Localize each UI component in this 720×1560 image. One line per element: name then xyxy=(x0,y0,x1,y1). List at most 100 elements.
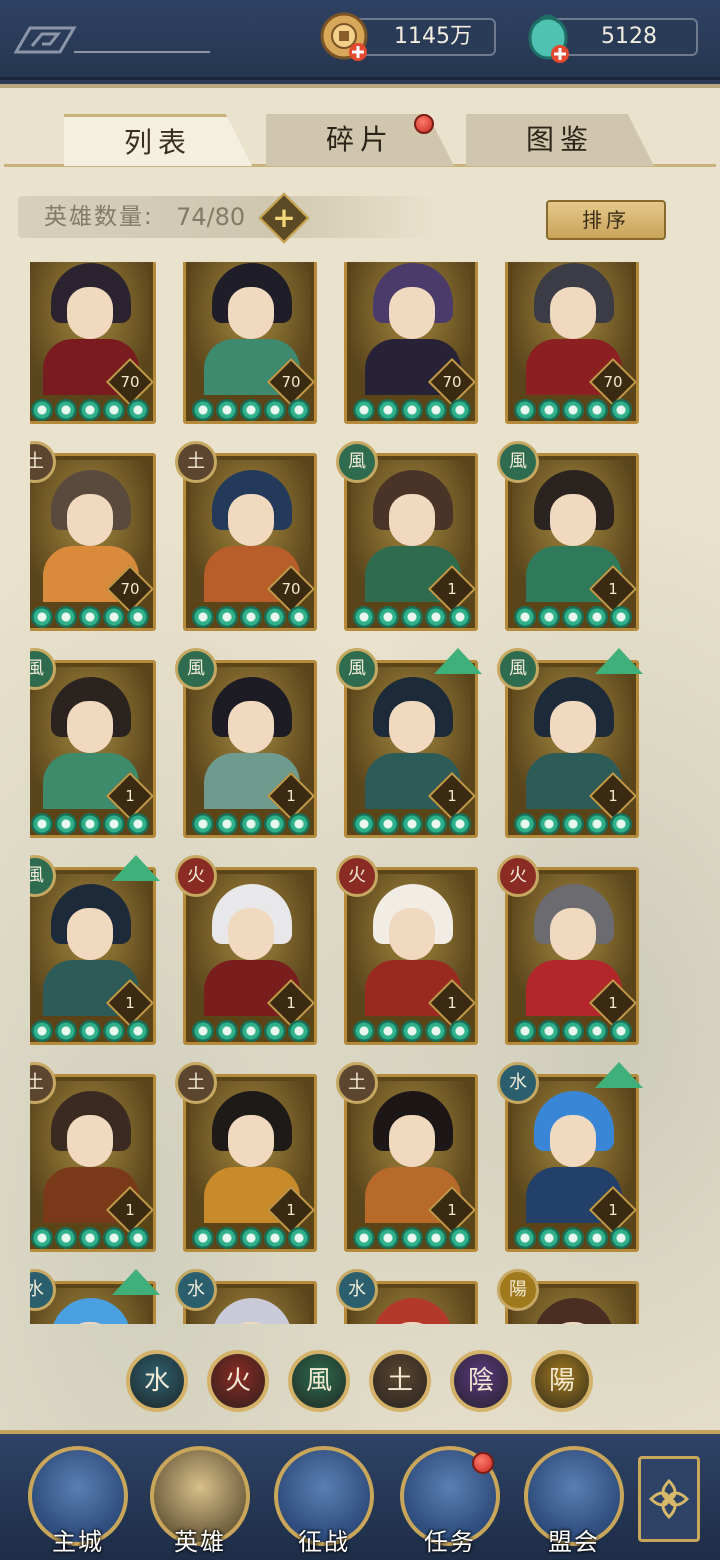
jade-star-icon xyxy=(401,1227,423,1249)
tab-codex[interactable]: 图鉴 xyxy=(466,114,654,166)
hero-card[interactable]: 70 xyxy=(30,453,156,631)
hero-card[interactable]: 70 xyxy=(30,262,156,424)
jade-star-icon xyxy=(377,1227,399,1249)
hero-level-value: 70 xyxy=(281,373,301,391)
jade-star-icon xyxy=(449,399,471,421)
jade-star-icon xyxy=(31,1020,53,1042)
jade-star-icon xyxy=(216,399,238,421)
jade-star-icon xyxy=(562,606,584,628)
element-filter-button[interactable]: 土 xyxy=(369,1350,431,1412)
jade-star-icon xyxy=(240,606,262,628)
coin-icon[interactable] xyxy=(318,10,374,66)
jade-star-icon xyxy=(353,606,375,628)
upgrade-arrow-icon xyxy=(595,1062,643,1088)
jade-star-icon xyxy=(449,813,471,835)
hero-hair xyxy=(212,1298,292,1324)
hero-jade-stars xyxy=(514,399,634,421)
nav-item-1[interactable]: 英雄 xyxy=(150,1446,254,1556)
jade-star-icon xyxy=(103,813,125,835)
element-badge: 火 xyxy=(497,855,539,897)
jade-star-icon xyxy=(192,399,214,421)
jade-star-icon xyxy=(288,399,310,421)
jade-star-icon xyxy=(264,813,286,835)
jade-star-icon xyxy=(586,399,608,421)
hero-face xyxy=(228,908,274,960)
jade-star-icon xyxy=(586,1227,608,1249)
jade-bag-icon[interactable] xyxy=(520,10,576,66)
jade-star-icon xyxy=(127,813,149,835)
hero-card[interactable]: 1 xyxy=(30,660,156,838)
nav-item-4[interactable]: 盟会 xyxy=(524,1446,628,1556)
hero-face xyxy=(389,287,435,339)
jade-star-icon xyxy=(31,606,53,628)
element-badge: 風 xyxy=(336,441,378,483)
menu-button[interactable] xyxy=(638,1456,700,1542)
upgrade-arrow-icon xyxy=(595,648,643,674)
hero-jade-stars xyxy=(514,813,634,835)
jade-value: 5128 xyxy=(601,24,657,49)
jade-star-icon xyxy=(610,1020,632,1042)
hero-card[interactable]: 70 xyxy=(344,262,478,424)
nav-label: 盟会 xyxy=(548,1528,600,1556)
hero-face xyxy=(67,494,113,546)
hero-level-value: 70 xyxy=(442,373,462,391)
jade-star-icon xyxy=(377,813,399,835)
jade-star-icon xyxy=(216,1227,238,1249)
hero-card[interactable]: 70 xyxy=(183,262,317,424)
hero-jade-stars xyxy=(514,606,634,628)
jade-star-icon xyxy=(127,1020,149,1042)
jade-star-icon xyxy=(192,1020,214,1042)
hero-face xyxy=(389,701,435,753)
jade-star-icon xyxy=(514,399,536,421)
jade-star-icon xyxy=(610,1227,632,1249)
element-badge: 水 xyxy=(175,1269,217,1311)
hero-jade-stars xyxy=(192,1020,312,1042)
hero-jade-stars xyxy=(192,1227,312,1249)
element-filter-button[interactable]: 風 xyxy=(288,1350,350,1412)
element-filter-button[interactable]: 陽 xyxy=(531,1350,593,1412)
hero-face xyxy=(228,494,274,546)
jade-star-icon xyxy=(425,606,447,628)
jade-star-icon xyxy=(288,606,310,628)
hero-face xyxy=(550,1115,596,1167)
hero-card[interactable]: 70 xyxy=(505,262,639,424)
nav-item-2[interactable]: 征战 xyxy=(274,1446,378,1556)
hero-card[interactable]: 1 xyxy=(30,1074,156,1252)
jade-star-icon xyxy=(538,606,560,628)
pattern-ornament-icon xyxy=(14,26,210,54)
hero-jade-stars xyxy=(353,813,473,835)
element-filter-button[interactable]: 陰 xyxy=(450,1350,512,1412)
tab-list-label: 列表 xyxy=(123,126,192,159)
jade-star-icon xyxy=(610,813,632,835)
jade-star-icon xyxy=(216,606,238,628)
tab-fragments-label: 碎片 xyxy=(325,123,394,156)
tab-list[interactable]: 列表 xyxy=(64,114,252,166)
jade-star-icon xyxy=(31,399,53,421)
jade-star-icon xyxy=(192,813,214,835)
hero-card[interactable]: 1 xyxy=(30,867,156,1045)
hero-jade-stars xyxy=(514,1020,634,1042)
plus-icon: + xyxy=(272,201,296,234)
jade-star-icon xyxy=(79,606,101,628)
jade-star-icon xyxy=(55,606,77,628)
element-badge: 土 xyxy=(175,1062,217,1104)
element-filter-button[interactable]: 水 xyxy=(126,1350,188,1412)
jade-star-icon xyxy=(103,606,125,628)
hero-jade-stars xyxy=(353,1227,473,1249)
hero-jade-stars xyxy=(192,606,312,628)
nav-item-0[interactable]: 主城 xyxy=(28,1446,132,1556)
fragments-notification-badge xyxy=(414,114,434,134)
element-badge: 水 xyxy=(336,1269,378,1311)
element-filter-button[interactable]: 火 xyxy=(207,1350,269,1412)
hero-face xyxy=(389,494,435,546)
hero-jade-stars xyxy=(353,1020,473,1042)
hero-jade-stars xyxy=(192,813,312,835)
jade-star-icon xyxy=(264,606,286,628)
jade-star-icon xyxy=(127,1227,149,1249)
hero-level-value: 1 xyxy=(608,580,618,598)
hero-grid[interactable]: 70 70 70 70 70 土 70 土 1 風 1 風 1 風 1 風 1 風 1 風 1 風 1 火 1 火 1 火 1 土 1 土 1 土… xyxy=(30,262,690,1324)
hero-face xyxy=(228,701,274,753)
hero-face xyxy=(389,908,435,960)
sort-button[interactable]: 排序 xyxy=(546,200,666,240)
hero-face xyxy=(67,701,113,753)
